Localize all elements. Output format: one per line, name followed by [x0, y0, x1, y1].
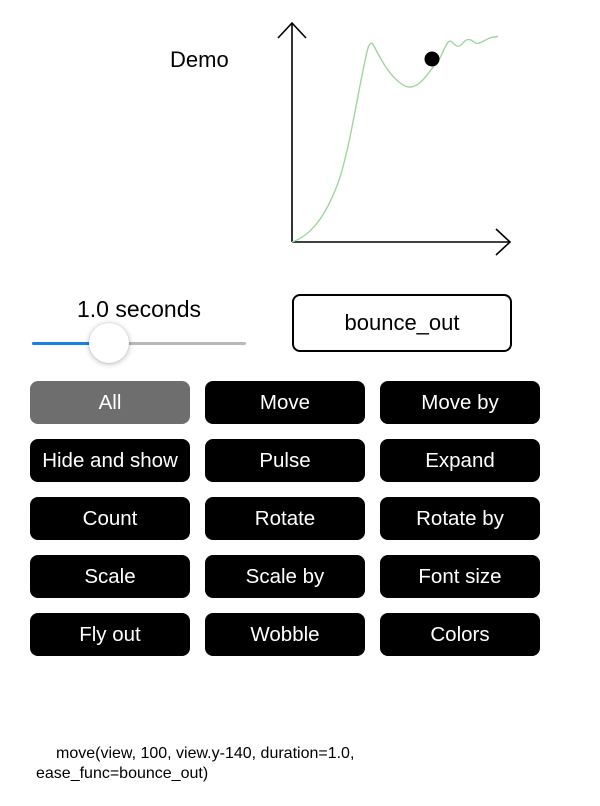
rotate-by-button[interactable]: Rotate by [380, 497, 540, 540]
animation-button-grid: All Move Move by Hide and show Pulse Exp… [30, 381, 540, 656]
rotate-button[interactable]: Rotate [205, 497, 365, 540]
x-axis [292, 228, 512, 256]
slider-thumb[interactable] [89, 323, 130, 363]
duration-slider[interactable] [32, 323, 246, 365]
fly-out-button[interactable]: Fly out [30, 613, 190, 656]
all-button[interactable]: All [30, 381, 190, 424]
easing-function-button[interactable]: bounce_out [292, 294, 512, 352]
hide-and-show-button[interactable]: Hide and show [30, 439, 190, 482]
easing-function-label: bounce_out [344, 310, 460, 335]
scale-by-button[interactable]: Scale by [205, 555, 365, 598]
pulse-button[interactable]: Pulse [205, 439, 365, 482]
code-snippet: move(view, 100, view.y-140, duration=1.0… [36, 745, 355, 782]
font-size-button[interactable]: Font size [380, 555, 540, 598]
colors-button[interactable]: Colors [380, 613, 540, 656]
count-button[interactable]: Count [30, 497, 190, 540]
move-by-button[interactable]: Move by [380, 381, 540, 424]
duration-label: 1.0 seconds [76, 296, 202, 322]
expand-button[interactable]: Expand [380, 439, 540, 482]
move-button[interactable]: Move [205, 381, 365, 424]
progress-marker [424, 51, 440, 67]
scale-button[interactable]: Scale [30, 555, 190, 598]
easing-curve [291, 35, 499, 243]
wobble-button[interactable]: Wobble [205, 613, 365, 656]
demo-label: Demo [170, 47, 229, 72]
easing-curve-graph [277, 21, 512, 256]
y-axis [277, 21, 307, 242]
